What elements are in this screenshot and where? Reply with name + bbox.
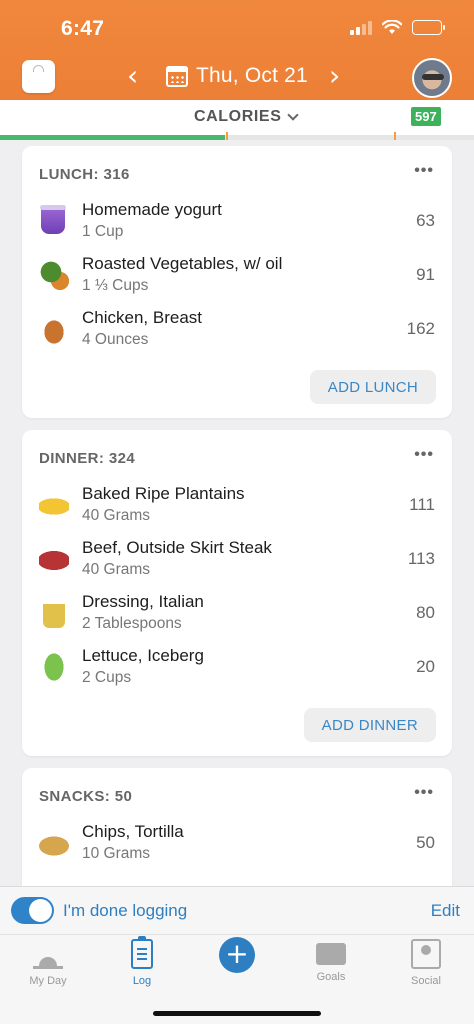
food-name: Roasted Vegetables, w/ oil <box>82 254 283 273</box>
snacks-more-button[interactable]: ••• <box>414 784 434 802</box>
edit-button[interactable]: Edit <box>431 901 460 921</box>
add-lunch-button[interactable]: ADD LUNCH <box>309 370 436 404</box>
food-name: Dressing, Italian <box>82 592 204 611</box>
tab-label: Goals <box>316 971 346 983</box>
food-quantity: 40 Grams <box>82 561 151 578</box>
food-calories: 50 <box>416 833 435 852</box>
chicken-icon <box>39 314 69 344</box>
steak-icon <box>39 544 69 574</box>
food-name: Baked Ripe Plantains <box>82 484 245 503</box>
food-quantity: 1 ⅓ Cups <box>82 277 149 294</box>
scale-icon <box>33 65 44 72</box>
plus-icon: + <box>225 937 249 970</box>
dinner-more-button[interactable]: ••• <box>414 446 434 464</box>
snacks-title: SNACKS: 50 <box>39 788 133 805</box>
food-quantity: 2 Tablespoons <box>82 615 182 632</box>
add-dinner-button[interactable]: ADD DINNER <box>303 708 436 742</box>
food-name: Lettuce, Iceberg <box>82 646 204 665</box>
metric-bar: CALORIES 597 <box>0 100 474 140</box>
chips-icon <box>39 828 69 858</box>
list-item[interactable]: Beef, Outside Skirt Steak 40 Grams 113 <box>22 534 452 584</box>
food-quantity: 10 Grams <box>82 845 151 862</box>
toggle-knob <box>29 899 52 922</box>
food-calories: 20 <box>416 657 435 676</box>
food-quantity: 4 Ounces <box>82 331 149 348</box>
clipboard-icon <box>131 936 153 969</box>
food-calories: 91 <box>416 265 435 284</box>
dinner-title: DINNER: 324 <box>39 450 136 467</box>
food-quantity: 40 Grams <box>82 507 151 524</box>
calendar-icon <box>166 65 188 87</box>
vegetables-icon <box>39 260 69 290</box>
sun-icon <box>33 939 63 969</box>
food-calories: 162 <box>406 319 435 338</box>
list-item[interactable]: Lettuce, Iceberg 2 Cups 20 <box>22 642 452 692</box>
tab-goals[interactable]: Goals <box>301 939 361 983</box>
date-selector[interactable]: Thu, Oct 21 <box>166 64 308 88</box>
goal-marker <box>394 132 396 140</box>
done-logging-bar: I'm done logging Edit <box>0 886 474 934</box>
list-item[interactable]: Baked Ripe Plantains 40 Grams 111 <box>22 480 452 530</box>
current-date: Thu, Oct 21 <box>196 64 308 87</box>
metric-label: CALORIES <box>194 108 282 125</box>
tab-my-day[interactable]: My Day <box>18 939 78 987</box>
tab-label: My Day <box>29 975 67 987</box>
tab-label: Log <box>132 975 152 987</box>
add-entry-button[interactable]: + <box>219 937 255 973</box>
dinner-card: DINNER: 324 ••• Baked Ripe Plantains 40 … <box>22 430 452 756</box>
lettuce-icon <box>39 652 69 682</box>
food-log[interactable]: LUNCH: 316 ••• Homemade yogurt 1 Cup 63 … <box>0 140 474 886</box>
lunch-card: LUNCH: 316 ••• Homemade yogurt 1 Cup 63 … <box>22 146 452 418</box>
food-quantity: 2 Cups <box>82 669 132 686</box>
food-name: Chips, Tortilla <box>82 822 184 841</box>
banana-icon <box>39 490 69 520</box>
tab-social[interactable]: Social <box>396 939 456 987</box>
snacks-card: SNACKS: 50 ••• Chips, Tortilla 10 Grams … <box>22 768 452 886</box>
date-nav: ‹ Thu, Oct 21 › <box>0 58 474 98</box>
tab-log[interactable]: Log <box>112 936 172 987</box>
lunch-more-button[interactable]: ••• <box>414 162 434 180</box>
status-icons <box>350 20 445 35</box>
food-calories: 111 <box>409 495 435 514</box>
food-calories: 80 <box>416 603 435 622</box>
social-icon <box>411 939 441 969</box>
next-day-button[interactable]: › <box>329 62 340 90</box>
done-logging-label: I'm done logging <box>63 901 188 920</box>
tab-bar: My Day Log + Goals Social <box>0 934 474 1024</box>
battery-icon <box>412 20 445 35</box>
food-name: Homemade yogurt <box>82 200 222 219</box>
profile-avatar[interactable] <box>412 58 452 98</box>
calories-remaining-badge: 597 <box>411 107 441 126</box>
oil-bottle-icon <box>43 598 65 628</box>
list-item[interactable]: Dressing, Italian 2 Tablespoons 80 <box>22 588 452 638</box>
yogurt-icon <box>40 205 66 234</box>
list-item[interactable]: Roasted Vegetables, w/ oil 1 ⅓ Cups 91 <box>22 250 452 300</box>
list-item[interactable]: Homemade yogurt 1 Cup 63 <box>22 196 452 246</box>
lunch-title: LUNCH: 316 <box>39 166 130 183</box>
list-item[interactable]: Chicken, Breast 4 Ounces 162 <box>22 304 452 354</box>
food-name: Chicken, Breast <box>82 308 202 327</box>
weigh-in-scale-button[interactable] <box>22 60 55 93</box>
progress-marker <box>226 132 228 140</box>
previous-day-button[interactable]: ‹ <box>127 62 138 90</box>
goals-icon <box>316 943 346 965</box>
wifi-icon <box>382 20 402 34</box>
food-calories: 113 <box>407 549 435 568</box>
food-quantity: 1 Cup <box>82 223 124 240</box>
chevron-down-icon <box>287 108 300 121</box>
done-logging-toggle[interactable] <box>11 897 54 924</box>
tab-label: Social <box>411 975 441 987</box>
cellular-signal-icon <box>350 20 372 35</box>
home-indicator <box>153 1011 321 1016</box>
metric-selector[interactable]: CALORIES <box>194 108 300 126</box>
status-time: 6:47 <box>61 17 105 40</box>
food-calories: 63 <box>416 211 435 230</box>
status-bar: 6:47 <box>0 14 474 44</box>
food-name: Beef, Outside Skirt Steak <box>82 538 272 557</box>
app-header: 6:47 ‹ Thu, Oct 21 › <box>0 0 474 100</box>
list-item[interactable]: Chips, Tortilla 10 Grams 50 <box>22 818 452 868</box>
